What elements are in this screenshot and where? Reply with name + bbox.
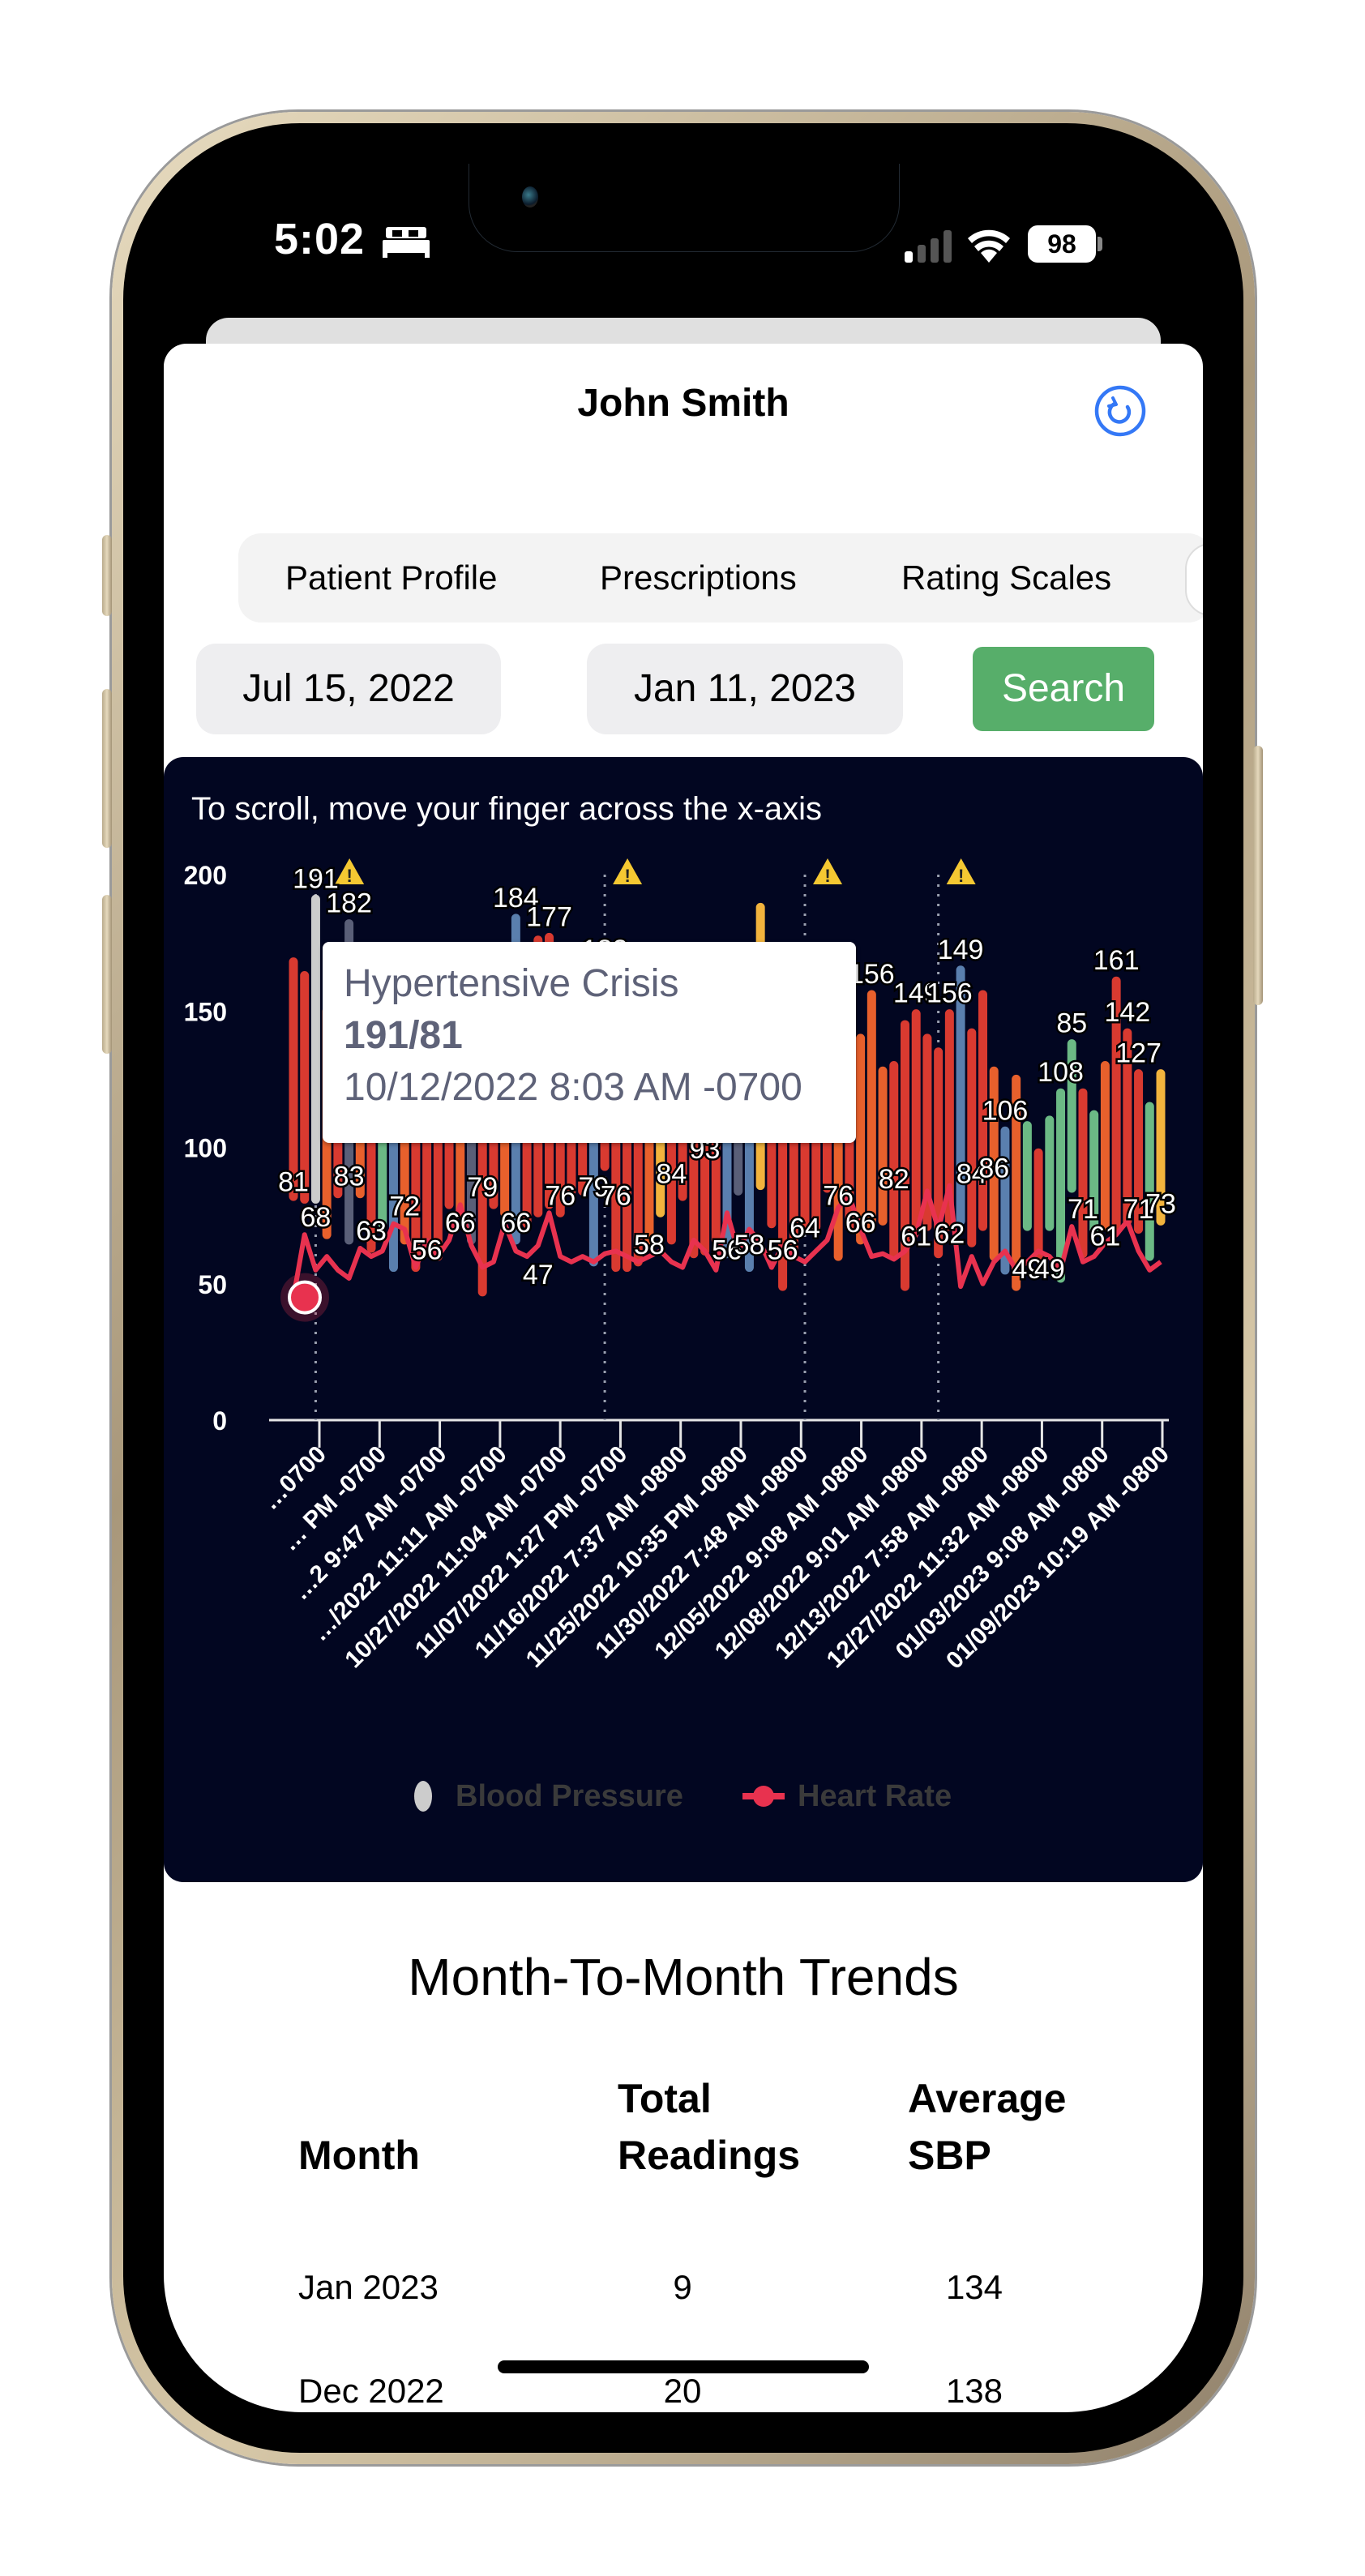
warning-icon-mark: ! <box>346 866 352 886</box>
dynamic-island <box>469 164 900 252</box>
blood-pressure-legend-icon <box>414 1781 432 1812</box>
bp-hr-chart[interactable]: 050100150200!!!!191182184177182166156149… <box>164 757 1203 1882</box>
front-camera <box>522 186 538 208</box>
heart-rate-data-label: 83 <box>334 1162 365 1192</box>
row-avg-sbp: 134 <box>945 2268 1003 2306</box>
heart-rate-data-label: 71 <box>1068 1194 1098 1225</box>
y-tick-label: 0 <box>212 1406 227 1436</box>
systolic-data-label: 161 <box>1093 945 1140 976</box>
systolic-data-label: 142 <box>1104 997 1150 1028</box>
column-header-total-readings: Total Readings <box>618 2070 800 2184</box>
heart-rate-data-label: 73 <box>1145 1188 1176 1219</box>
column-header-average-sbp: Average SBP <box>908 2070 1066 2184</box>
column-header-total-line2: Readings <box>618 2133 801 2178</box>
y-tick-label: 50 <box>198 1270 227 1299</box>
column-header-avg-line1: Average <box>908 2076 1067 2121</box>
start-date-field[interactable]: Jul 15, 2022 <box>196 644 501 734</box>
row-total: 20 <box>663 2372 702 2410</box>
trends-title: Month-To-Month Trends <box>408 1948 959 2006</box>
tab-prescriptions[interactable]: Prescriptions <box>600 533 797 623</box>
heart-rate-data-label: 58 <box>734 1230 765 1260</box>
patient-sheet: John Smith Patient Profile Prescriptions… <box>164 344 1203 2412</box>
systolic-data-label: 149 <box>938 935 984 965</box>
heart-rate-data-label: 64 <box>789 1213 820 1244</box>
tab-patient-profile[interactable]: Patient Profile <box>285 533 497 623</box>
tab-strip: Patient Profile Prescriptions Rating Sca… <box>238 533 1203 623</box>
tooltip-reading: 191/81 <box>344 1014 463 1057</box>
heart-rate-data-label: 66 <box>445 1208 476 1239</box>
heart-rate-data-label: 76 <box>545 1180 576 1211</box>
volume-down-button <box>102 895 112 1054</box>
heart-rate-data-label: 76 <box>823 1180 854 1211</box>
systolic-data-label: 106 <box>982 1095 1029 1126</box>
heart-rate-data-label: 84 <box>656 1158 687 1189</box>
heart-rate-data-label: 49 <box>1034 1254 1065 1285</box>
heart-rate-data-label: 66 <box>500 1208 531 1239</box>
tooltip-datetime: 10/12/2022 8:03 AM -0700 <box>344 1066 802 1109</box>
heart-rate-data-label: 61 <box>901 1222 931 1252</box>
signal-icon <box>905 230 952 263</box>
heart-rate-data-label: 47 <box>523 1260 554 1290</box>
row-month: Dec 2022 <box>298 2372 444 2410</box>
heart-rate-data-label: 81 <box>278 1166 309 1197</box>
battery-icon: 98 <box>1028 225 1096 263</box>
heart-rate-data-label: 79 <box>467 1172 498 1203</box>
status-bar: 5:02 98 <box>164 164 1203 326</box>
heart-rate-legend-icon <box>742 1786 785 1807</box>
column-header-month: Month <box>298 2127 420 2184</box>
chart-tooltip: Hypertensive Crisis 191/81 10/12/2022 8:… <box>323 942 856 1143</box>
heart-rate-data-label: 86 <box>978 1153 1009 1184</box>
home-indicator[interactable] <box>498 2360 869 2373</box>
heart-rate-data-label: 56 <box>412 1235 443 1266</box>
power-button <box>1253 746 1263 1005</box>
systolic-data-label: 127 <box>1115 1038 1162 1069</box>
warning-icon-mark: ! <box>624 866 630 886</box>
heart-rate-data-label: 76 <box>601 1180 631 1211</box>
warning-icon-mark: ! <box>958 866 964 886</box>
systolic-data-label: 156 <box>926 978 973 1009</box>
heart-rate-data-label: 61 <box>1089 1222 1120 1252</box>
selected-heart-rate-point <box>288 1280 322 1315</box>
heart-rate-data-label: 62 <box>934 1218 965 1249</box>
chart-legend: Blood Pressure Heart Rate <box>164 1772 1203 1821</box>
y-tick-label: 150 <box>184 997 227 1026</box>
status-time: 5:02 <box>274 215 366 263</box>
systolic-data-label: 182 <box>326 888 372 919</box>
search-button[interactable]: Search <box>973 647 1154 731</box>
screen: 5:02 98 John Smith Patient Profile Presc… <box>164 164 1203 2412</box>
action-button <box>102 535 112 616</box>
legend-blood-pressure[interactable]: Blood Pressure <box>456 1772 683 1821</box>
warning-icon-mark: ! <box>824 866 830 886</box>
heart-rate-data-label: 82 <box>879 1164 909 1195</box>
row-month: Jan 2023 <box>298 2268 439 2306</box>
systolic-data-label: 177 <box>526 901 572 932</box>
refresh-icon[interactable] <box>1093 384 1147 438</box>
column-header-avg-line2: SBP <box>908 2133 991 2178</box>
y-tick-label: 100 <box>184 1134 227 1163</box>
tooltip-category: Hypertensive Crisis <box>344 962 679 1005</box>
systolic-data-label: 85 <box>1056 1008 1087 1039</box>
tab-next-partial[interactable] <box>1185 543 1203 616</box>
row-total: 9 <box>673 2268 692 2306</box>
legend-heart-rate[interactable]: Heart Rate <box>798 1772 952 1821</box>
heart-rate-data-label: 66 <box>845 1208 876 1239</box>
heart-rate-data-label: 63 <box>356 1216 387 1247</box>
end-date-field[interactable]: Jan 11, 2023 <box>587 644 903 734</box>
heart-rate-data-label: 68 <box>301 1202 332 1233</box>
volume-up-button <box>102 689 112 848</box>
y-tick-label: 200 <box>184 861 227 890</box>
wifi-icon <box>968 229 1010 263</box>
heart-rate-data-label: 58 <box>634 1230 665 1260</box>
systolic-data-label: 108 <box>1038 1057 1084 1088</box>
row-avg-sbp: 138 <box>945 2372 1003 2410</box>
heart-rate-data-label: 72 <box>389 1192 420 1222</box>
bed-icon <box>383 227 430 258</box>
column-header-total-line1: Total <box>618 2076 712 2121</box>
bp-chart-card[interactable]: To scroll, move your finger across the x… <box>164 757 1203 1882</box>
patient-name: John Smith <box>577 382 789 425</box>
tab-rating-scales[interactable]: Rating Scales <box>901 533 1111 623</box>
battery-nub <box>1098 237 1102 251</box>
column-header-month-text: Month <box>298 2133 420 2178</box>
